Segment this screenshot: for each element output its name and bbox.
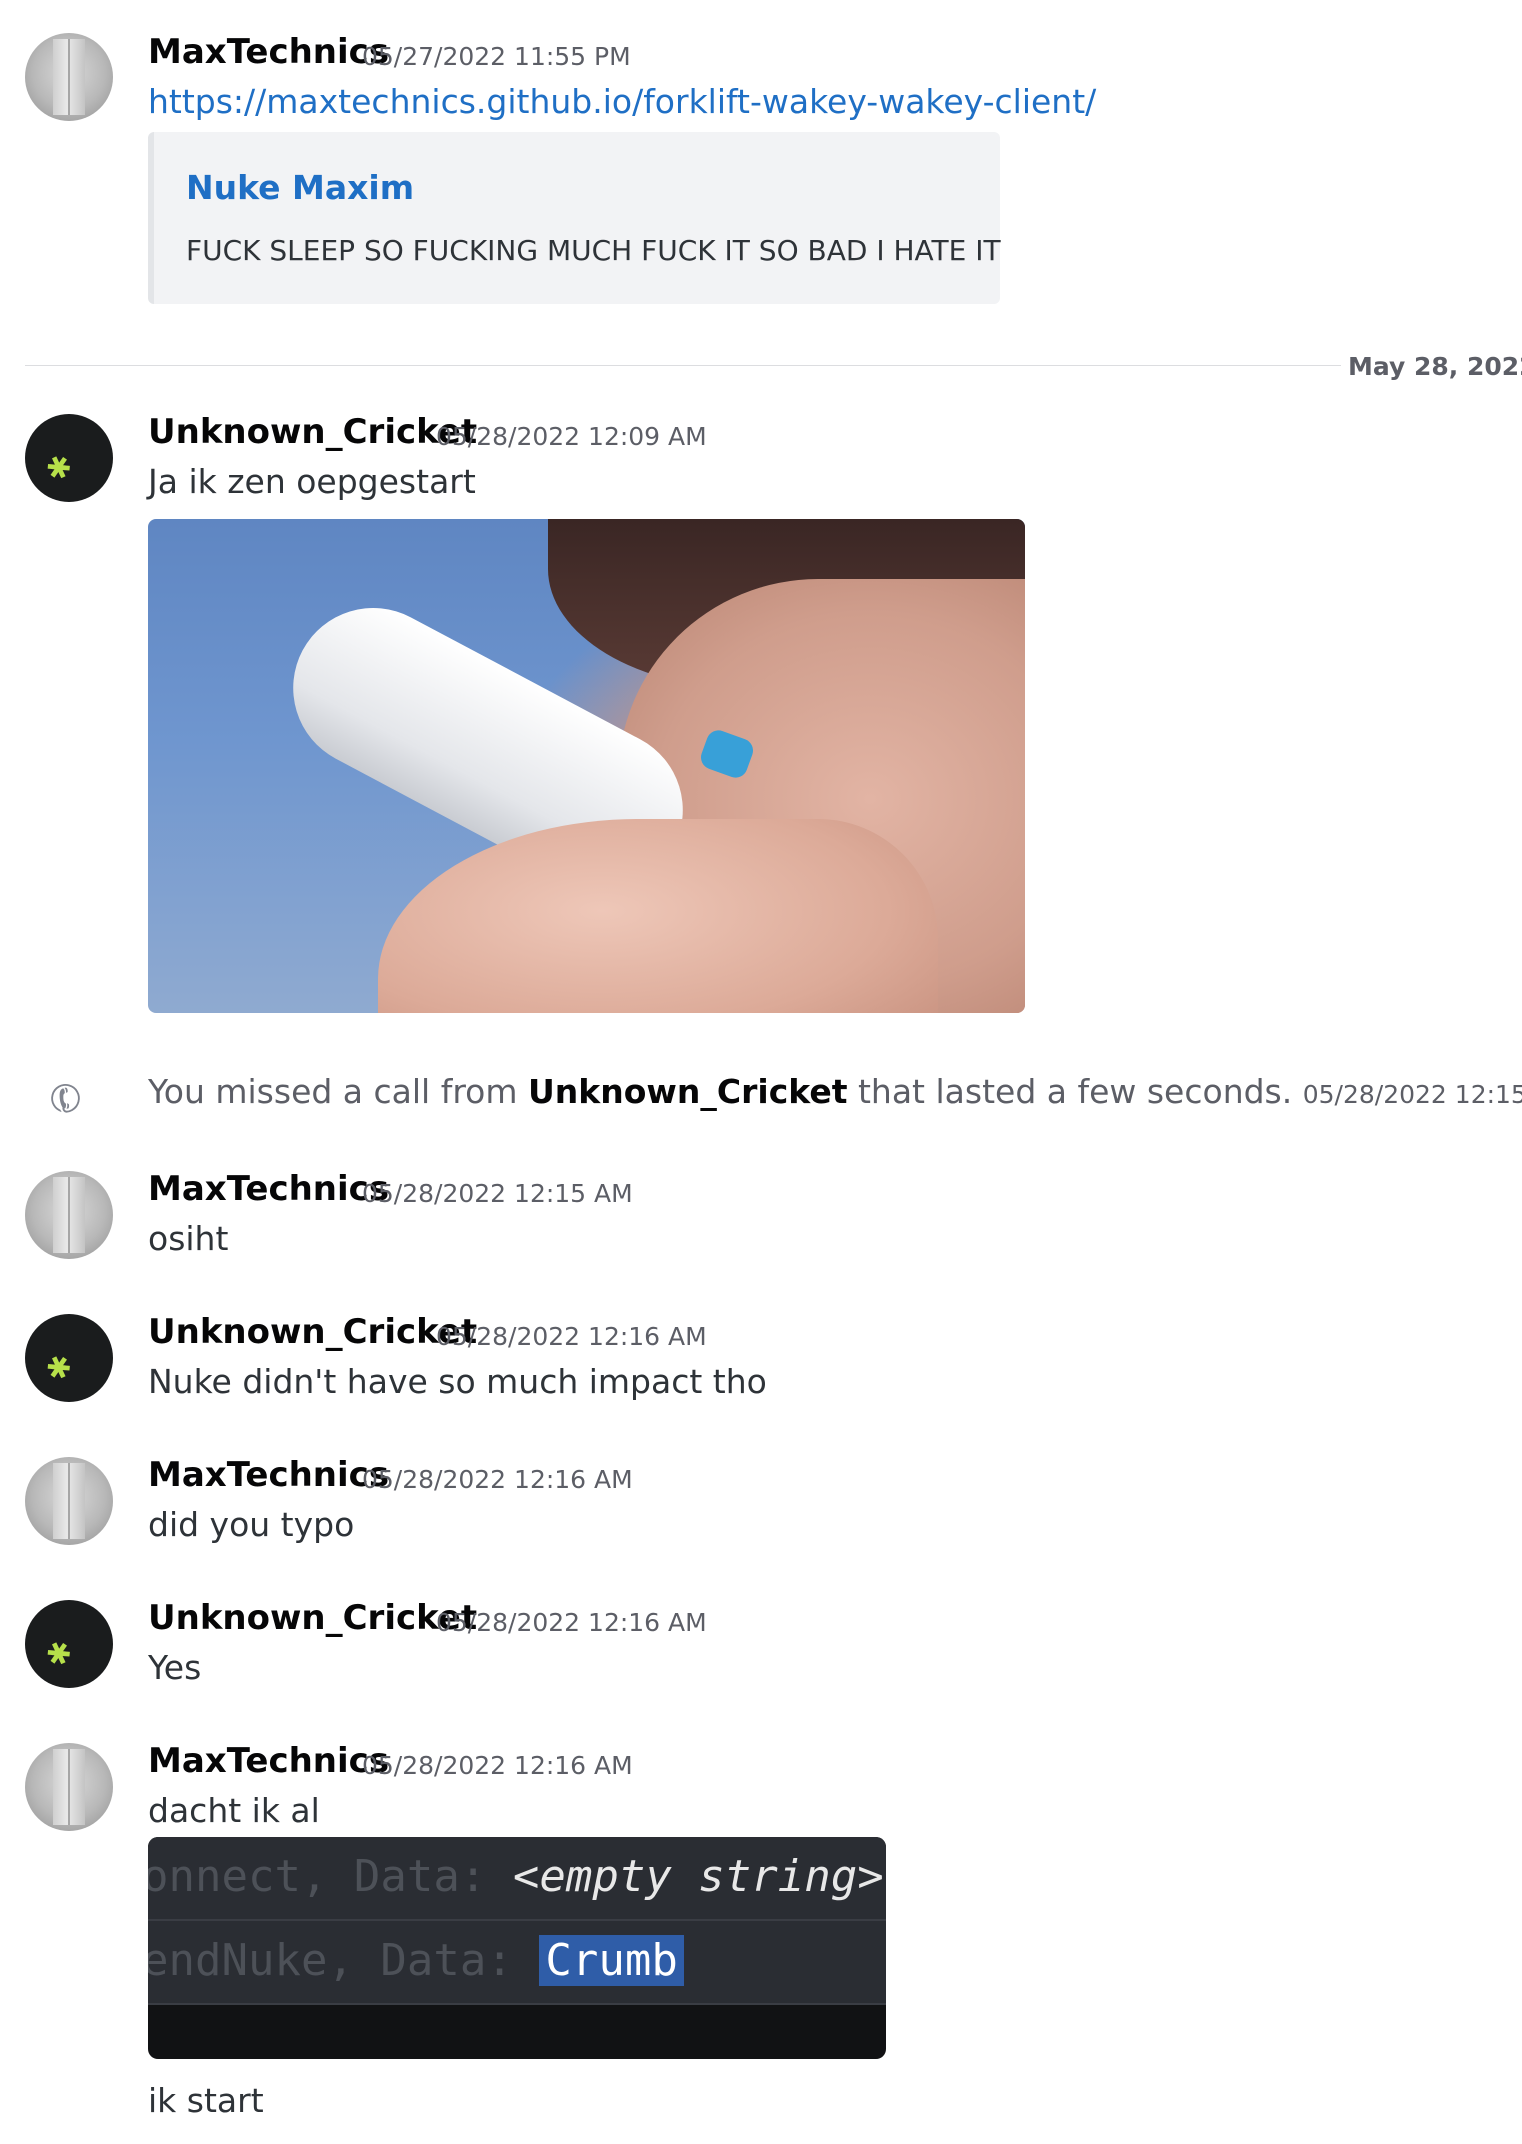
timestamp: 05/28/2022 12:09 AM bbox=[436, 422, 707, 451]
date-divider-line bbox=[25, 365, 1341, 366]
timestamp: 05/28/2022 12:16 AM bbox=[436, 1322, 707, 1351]
timestamp: 05/28/2022 12:16 AM bbox=[362, 1465, 633, 1494]
timestamp: 05/28/2022 12:16 AM bbox=[436, 1608, 707, 1637]
embed-title[interactable]: Nuke Maxim bbox=[186, 168, 414, 207]
cricket-icon: ✱ bbox=[40, 1633, 79, 1676]
missed-call-prefix: You missed a call from bbox=[148, 1072, 518, 1111]
terminal-value-1: <empty string> bbox=[512, 1851, 884, 1902]
timestamp: 05/27/2022 11:55 PM bbox=[362, 42, 631, 71]
timestamp: 05/28/2022 12:15 AM bbox=[362, 1179, 633, 1208]
phone-icon: ✆ bbox=[41, 1071, 91, 1127]
message-text: did you typo bbox=[148, 1505, 355, 1544]
username[interactable]: Unknown_Cricket bbox=[148, 412, 477, 452]
avatar-maxtechnics[interactable] bbox=[25, 1457, 113, 1545]
timestamp: 05/28/2022 12:16 AM bbox=[362, 1751, 633, 1780]
avatar-unknown-cricket[interactable]: ✱ bbox=[25, 1314, 113, 1402]
terminal-text-1: onnect, Data: <empty string> bbox=[148, 1851, 884, 1902]
avatar-unknown-cricket[interactable]: ✱ bbox=[25, 1600, 113, 1688]
terminal-value-2: Crumb bbox=[539, 1935, 684, 1986]
username[interactable]: MaxTechnics bbox=[148, 32, 389, 72]
username[interactable]: Unknown_Cricket bbox=[148, 1312, 477, 1352]
message-text: Nuke didn't have so much impact tho bbox=[148, 1362, 767, 1401]
message-link[interactable]: https://maxtechnics.github.io/forklift-w… bbox=[148, 82, 1096, 121]
link-embed: Nuke Maxim FUCK SLEEP SO FUCKING MUCH FU… bbox=[148, 132, 1001, 304]
cricket-icon: ✱ bbox=[40, 447, 79, 490]
message-followup-text: ik start bbox=[148, 2081, 264, 2120]
attached-image[interactable] bbox=[148, 519, 1025, 1013]
missed-call-caller[interactable]: Unknown_Cricket bbox=[528, 1072, 847, 1111]
missed-call-time: 05/28/2022 12:15 AM bbox=[1302, 1080, 1522, 1109]
message-text: dacht ik al bbox=[148, 1791, 320, 1830]
avatar-maxtechnics[interactable] bbox=[25, 1743, 113, 1831]
username[interactable]: MaxTechnics bbox=[148, 1169, 389, 1209]
avatar-maxtechnics[interactable] bbox=[25, 1171, 113, 1259]
missed-call-suffix: that lasted a few seconds. bbox=[857, 1072, 1293, 1111]
username[interactable]: MaxTechnics bbox=[148, 1455, 389, 1495]
date-divider-label: May 28, 2022 bbox=[1348, 352, 1522, 381]
username[interactable]: Unknown_Cricket bbox=[148, 1598, 477, 1638]
username[interactable]: MaxTechnics bbox=[148, 1741, 389, 1781]
cricket-icon: ✱ bbox=[40, 1347, 79, 1390]
terminal-label-2: endNuke, Data: bbox=[148, 1935, 540, 1986]
message-text: osiht bbox=[148, 1219, 229, 1258]
avatar-unknown-cricket[interactable]: ✱ bbox=[25, 414, 113, 502]
embed-description: FUCK SLEEP SO FUCKING MUCH FUCK IT SO BA… bbox=[186, 234, 1001, 267]
message-text: Ja ik zen oepgestart bbox=[148, 462, 476, 501]
message-text: Yes bbox=[148, 1648, 202, 1687]
terminal-screenshot[interactable]: onnect, Data: <empty string> endNuke, Da… bbox=[148, 1837, 886, 2059]
terminal-label-1: onnect, Data: bbox=[148, 1851, 513, 1902]
avatar-maxtechnics[interactable] bbox=[25, 33, 113, 121]
image-hand bbox=[378, 819, 938, 1013]
terminal-text-2: endNuke, Data: Crumb bbox=[148, 1935, 684, 1986]
missed-call-message: You missed a call from Unknown_Cricket t… bbox=[148, 1072, 1522, 1111]
